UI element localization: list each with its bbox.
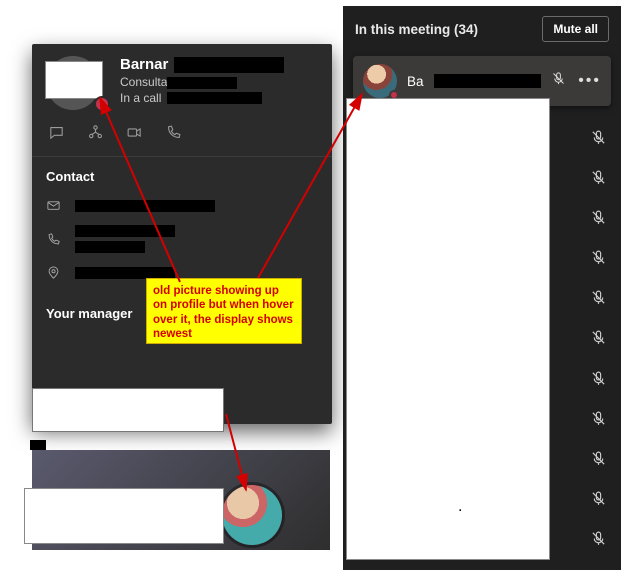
redaction-box — [24, 488, 224, 544]
profile-text: Barnar Consulta In a call — [120, 56, 318, 105]
redaction-box — [45, 61, 103, 99]
profile-flyout: Barnar Consulta In a call — [32, 44, 332, 424]
profile-header: Barnar Consulta In a call — [46, 56, 318, 110]
redaction-box — [75, 200, 215, 212]
mic-muted-icon[interactable] — [583, 323, 613, 353]
mute-all-button[interactable]: Mute all — [542, 16, 609, 42]
location-icon — [46, 265, 61, 280]
profile-status: In a call — [120, 91, 161, 105]
redaction-box — [346, 98, 550, 560]
mic-muted-icon[interactable] — [583, 243, 613, 273]
redaction-box — [30, 440, 46, 450]
contact-email-row[interactable] — [46, 192, 318, 219]
profile-role: Consulta — [120, 75, 167, 89]
meeting-header: In this meeting (34) Mute all — [343, 6, 621, 52]
redaction-box — [75, 225, 175, 237]
avatar-container[interactable] — [46, 56, 108, 110]
redaction-box — [167, 92, 262, 104]
mic-muted-icon[interactable] — [551, 71, 566, 91]
more-icon[interactable]: ••• — [578, 72, 601, 90]
mic-muted-icon[interactable] — [583, 524, 613, 554]
redaction-box — [75, 241, 145, 253]
profile-name: Barnar — [120, 56, 168, 73]
mic-muted-icon[interactable] — [583, 202, 613, 232]
mic-muted-icon[interactable] — [583, 363, 613, 393]
meeting-title: In this meeting (34) — [355, 22, 478, 37]
redaction-box — [174, 57, 284, 73]
phone-icon[interactable] — [165, 124, 182, 146]
chat-icon[interactable] — [48, 124, 65, 146]
profile-action-row — [46, 110, 318, 156]
redaction-box — [167, 77, 237, 89]
screenshot-stage: Barnar Consulta In a call — [0, 0, 627, 576]
redaction-box — [434, 74, 542, 88]
video-icon[interactable] — [126, 124, 143, 146]
avatar-small[interactable] — [222, 485, 282, 545]
mic-muted-icon[interactable] — [583, 484, 613, 514]
org-icon[interactable] — [87, 124, 104, 146]
redaction-box — [32, 388, 224, 432]
mic-muted-icon[interactable] — [583, 283, 613, 313]
muted-mic-column — [583, 116, 613, 562]
mic-muted-icon[interactable] — [583, 403, 613, 433]
mic-muted-icon[interactable] — [583, 162, 613, 192]
annotation-callout: old picture showing up on profile but wh… — [146, 278, 302, 344]
stray-mark: . — [458, 498, 463, 503]
phone-icon — [46, 232, 61, 247]
mic-muted-icon[interactable] — [583, 122, 613, 152]
presence-busy-icon — [94, 96, 110, 112]
mic-muted-icon[interactable] — [583, 444, 613, 474]
contact-section-title: Contact — [46, 157, 318, 192]
email-icon — [46, 198, 61, 213]
participant-name: Ba — [407, 74, 424, 89]
avatar-container — [363, 64, 397, 98]
redaction-box — [75, 267, 175, 279]
contact-phone-row[interactable] — [46, 219, 318, 259]
